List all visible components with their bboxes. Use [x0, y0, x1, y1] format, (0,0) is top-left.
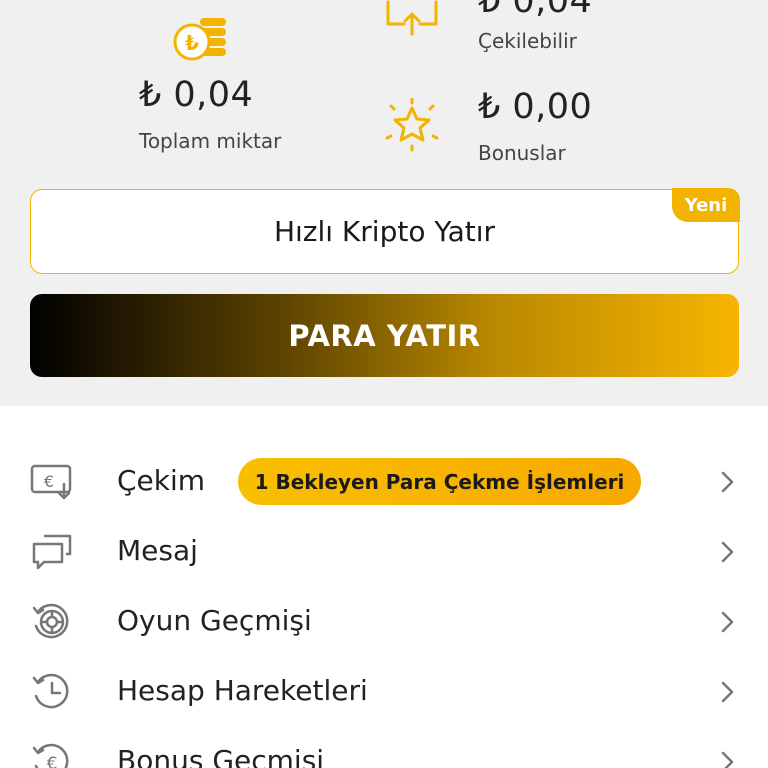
- chevron-right-icon: [721, 541, 734, 563]
- pending-withdrawals-badge[interactable]: 1 Bekleyen Para Çekme İşlemleri: [238, 458, 641, 505]
- withdrawable-label: Çekilebilir: [478, 29, 577, 53]
- total-label: Toplam miktar: [139, 129, 282, 153]
- star-icon: [385, 98, 439, 152]
- coin-stack-icon: ₺: [173, 18, 226, 61]
- chevron-right-icon: [721, 611, 734, 633]
- chevron-right-icon: [721, 751, 734, 768]
- bonuses-amount: ₺ 0,00: [478, 87, 593, 127]
- quick-crypto-deposit-button[interactable]: Hızlı Kripto Yatır Yeni: [30, 188, 740, 274]
- menu-item-label: Mesaj: [117, 534, 198, 567]
- withdraw-tray-icon: [386, 0, 438, 36]
- svg-text:€: €: [44, 472, 54, 491]
- menu-item-label: Bonus Geçmişi: [117, 744, 325, 768]
- deposit-button-label: PARA YATIR: [288, 318, 481, 353]
- menu-item-messages[interactable]: Mesaj: [0, 517, 768, 587]
- chevron-right-icon: [721, 471, 734, 493]
- clock-history-icon: [32, 673, 69, 709]
- new-badge: Yeni: [672, 188, 740, 222]
- menu-item-bonus-history[interactable]: € Bonus Geçmişi: [0, 727, 768, 768]
- menu-item-label: Hesap Hareketleri: [117, 674, 368, 707]
- menu-item-withdrawal[interactable]: € Çekim 1 Bekleyen Para Çekme İşlemleri: [0, 447, 768, 517]
- withdrawable-amount: ₺ 0,04: [478, 0, 593, 21]
- euro-history-icon: €: [32, 743, 69, 768]
- total-amount: ₺ 0,04: [139, 75, 254, 115]
- bonuses-label: Bonuslar: [478, 141, 566, 165]
- quick-crypto-label: Hızlı Kripto Yatır: [273, 215, 496, 248]
- chat-bubbles-icon: [32, 534, 72, 570]
- balance-panel: ₺ 0,04 Çekilebilir ₺ ₺ 0,04 Toplam mikta…: [0, 0, 768, 406]
- menu-item-game-history[interactable]: Oyun Geçmişi: [0, 587, 768, 657]
- menu-item-label: Oyun Geçmişi: [117, 604, 312, 637]
- euro-withdraw-icon: €: [30, 464, 72, 500]
- menu-item-account-activity[interactable]: Hesap Hareketleri: [0, 657, 768, 727]
- svg-text:₺: ₺: [185, 31, 199, 55]
- chevron-right-icon: [721, 681, 734, 703]
- svg-text:€: €: [47, 754, 58, 768]
- deposit-button[interactable]: PARA YATIR: [30, 294, 739, 377]
- menu-item-label: Çekim: [117, 464, 206, 497]
- lifebuoy-history-icon: [32, 603, 69, 639]
